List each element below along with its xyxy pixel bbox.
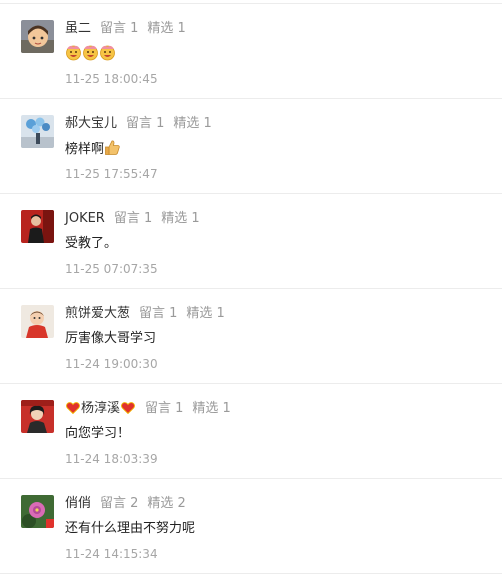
cartoon-girl-avatar	[21, 20, 54, 53]
messages-count: 留言 1	[145, 401, 184, 416]
featured-count: 精选 1	[192, 401, 231, 416]
comment-item: 煎饼爱大葱 留言 1 精选 1 厉害像大哥学习 11-24 19:00:30	[0, 289, 502, 384]
featured-count: 精选 1	[147, 21, 186, 36]
avatar[interactable]	[21, 400, 54, 433]
commenter-name[interactable]: 虽二	[65, 21, 91, 36]
commenter-name[interactable]: 杨淳溪	[81, 401, 120, 416]
featured-count: 精选 2	[147, 496, 186, 511]
comment-time: 11-24 19:00:30	[65, 357, 158, 371]
messages-count: 留言 1	[139, 306, 178, 321]
heart-icon	[121, 402, 135, 414]
comment-text-content: 厉害像大哥学习	[65, 331, 157, 346]
comment-time: 11-24 14:15:34	[65, 547, 158, 561]
messages-count: 留言 1	[113, 211, 153, 226]
avatar[interactable]	[21, 305, 54, 338]
comment-item: JOKER 留言 1 精选 1 受教了。 11-25 07:07:35	[0, 194, 502, 289]
heart-icon	[66, 402, 80, 414]
messages-count: 留言 1	[100, 21, 139, 36]
woman-red-wall-avatar	[21, 400, 54, 433]
comment-item: 俏俏 留言 2 精选 2 还有什么理由不努力呢 11-24 14:15:34	[0, 479, 502, 574]
messages-count: 留言 1	[126, 116, 165, 131]
commenter-name[interactable]: 煎饼爱大葱	[65, 306, 130, 321]
baby-avatar	[21, 305, 54, 338]
comment-text-content: 受教了。	[65, 236, 118, 251]
comment-text: 还有什么理由不努力呢	[65, 519, 195, 539]
flower-avatar	[21, 495, 54, 528]
avatar[interactable]	[21, 210, 54, 243]
commenter-name[interactable]: 俏俏	[65, 496, 91, 511]
avatar[interactable]	[21, 115, 54, 148]
comment-text-content: 还有什么理由不努力呢	[65, 521, 196, 536]
commenter-name[interactable]: JOKER	[65, 211, 105, 226]
comment-text: 受教了。	[65, 234, 117, 254]
comment-text: 厉害像大哥学习	[65, 329, 156, 349]
featured-count: 精选 1	[186, 306, 225, 321]
commenter-name[interactable]: 郝大宝儿	[65, 116, 117, 131]
comment-item: 虽二 留言 1 精选 1 11-25 18:00:45	[0, 4, 502, 99]
grin-face-icon	[83, 45, 98, 61]
grin-face-icon	[100, 45, 115, 61]
comment-text: 榜样啊	[65, 139, 121, 160]
comment-item: 杨淳溪 留言 1 精选 1 向您学习！ 11-24 18:03:39	[0, 384, 502, 479]
messages-count: 留言 2	[100, 496, 139, 511]
comment-item: 郝大宝儿 留言 1 精选 1 榜样啊 11-25 17:55:47	[0, 99, 502, 194]
comment-text-content: 榜样啊	[65, 142, 105, 157]
comment-list: 虽二 留言 1 精选 1 11-25 18:00:45 郝大宝儿 留言 1 精选 1 榜…	[0, 4, 502, 574]
comment-time: 11-24 18:03:39	[65, 452, 158, 466]
comment-time: 11-25 07:07:35	[65, 262, 158, 276]
comment-time: 11-25 18:00:45	[65, 72, 158, 86]
comment-time: 11-25 17:55:47	[65, 167, 158, 181]
featured-count: 精选 1	[161, 211, 200, 226]
red-background-person-avatar	[21, 210, 54, 243]
balloon-photo-avatar	[21, 115, 54, 148]
thumbs-up-icon	[105, 140, 120, 155]
avatar[interactable]	[21, 495, 54, 528]
comment-text-content: 向您学习！	[65, 426, 131, 441]
avatar[interactable]	[21, 20, 54, 53]
comment-text: 向您学习！	[65, 424, 130, 444]
featured-count: 精选 1	[173, 116, 212, 131]
grin-face-icon	[66, 45, 81, 61]
comment-text	[65, 44, 116, 65]
